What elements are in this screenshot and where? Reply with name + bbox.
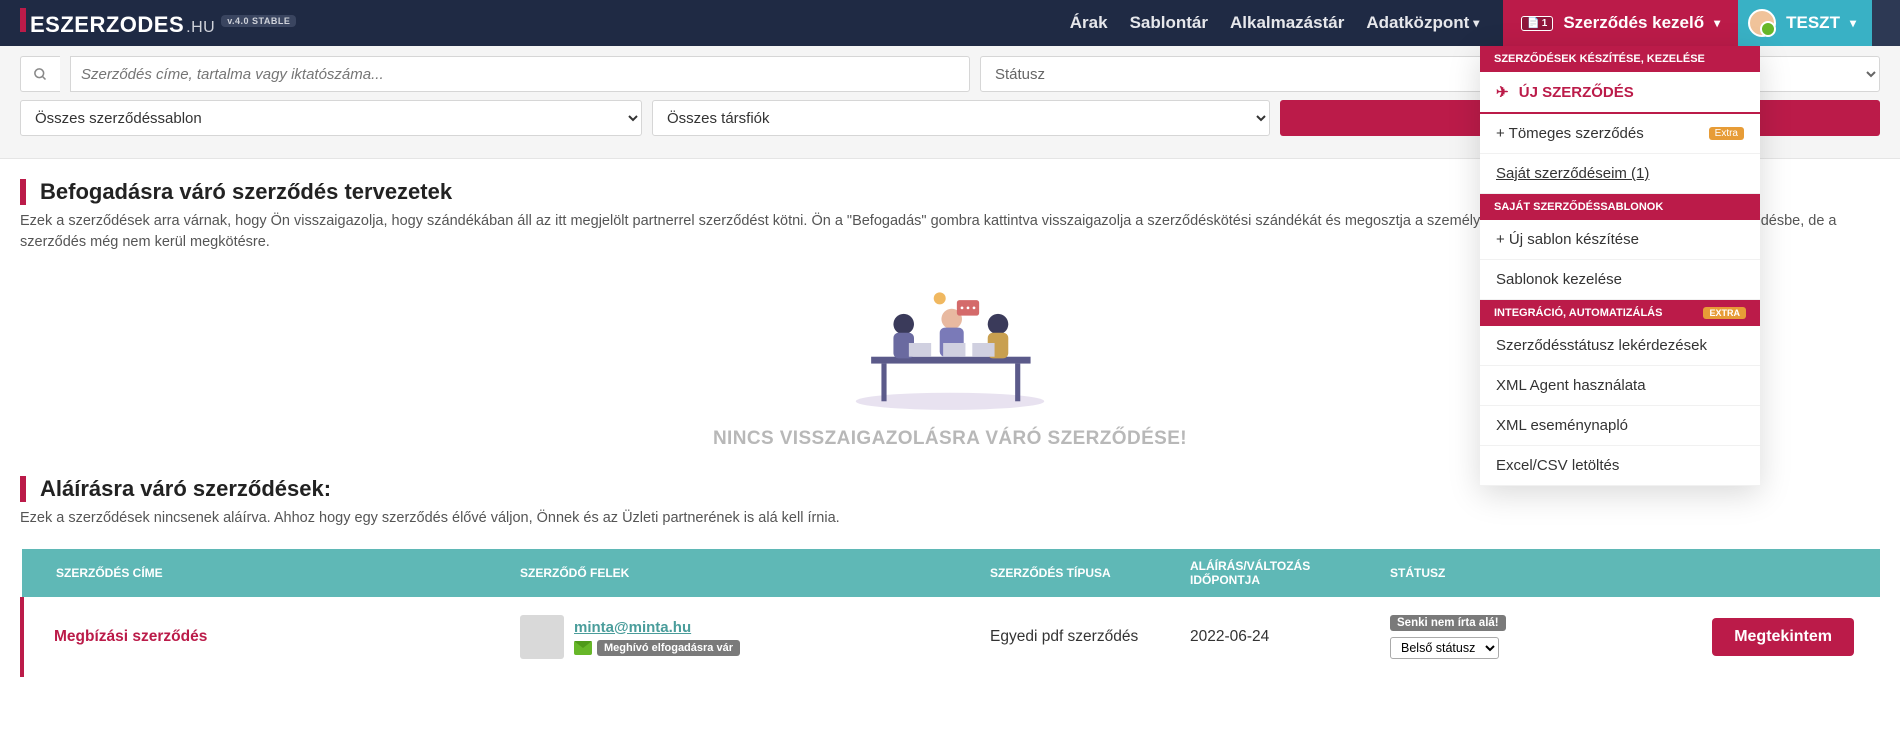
menu-own-contracts[interactable]: Saját szerződéseim (1) xyxy=(1480,154,1760,194)
menu-new-template[interactable]: + Új sablon készítése xyxy=(1480,220,1760,260)
caret-down-icon: ▾ xyxy=(1714,16,1720,30)
paper-plane-icon: ✈ xyxy=(1496,84,1509,101)
contracts-table: SZERZŐDÉS CÍME SZERZŐDŐ FELEK SZERZŐDÉS … xyxy=(20,549,1880,677)
menu-status-query[interactable]: Szerződésstátusz lekérdezések xyxy=(1480,326,1760,366)
account-select[interactable]: Összes társfiók xyxy=(652,100,1270,136)
section-desc: Ezek a szerződések nincsenek aláírva. Ah… xyxy=(20,508,1880,529)
nav-arak[interactable]: Árak xyxy=(1070,13,1108,33)
menu-bulk-contract[interactable]: + Tömeges szerződés Extra xyxy=(1480,114,1760,154)
view-button[interactable]: Megtekintem xyxy=(1712,618,1854,656)
parties-cell: minta@minta.hu Meghívó elfogadásra vár xyxy=(502,597,972,677)
table-row: Megbízási szerződés minta@minta.hu Meghí… xyxy=(22,597,1880,677)
menu-manage-templates[interactable]: Sablonok kezelése xyxy=(1480,260,1760,300)
mail-icon xyxy=(574,641,592,655)
menu-section-create: SZERZŐDÉSEK KÉSZÍTÉSE, KEZELÉSE xyxy=(1480,46,1760,72)
nav-adatkozpont[interactable]: Adatközpont ▾ xyxy=(1366,13,1479,33)
caret-down-icon: ▾ xyxy=(1850,16,1856,30)
status-cell: Senki nem írta alá! Belső státusz xyxy=(1372,597,1632,677)
col-title: SZERZŐDÉS CÍME xyxy=(22,549,502,597)
avatar-icon xyxy=(520,615,564,659)
menu-section-integration: INTEGRÁCIÓ, AUTOMATIZÁLÁS EXTRA xyxy=(1480,300,1760,326)
contract-manager-label: Szerződés kezelő xyxy=(1563,13,1704,33)
menu-excel-download[interactable]: Excel/CSV letöltés xyxy=(1480,446,1760,486)
nav-contract-manager[interactable]: 📄 1 Szerződés kezelő ▾ xyxy=(1503,0,1738,46)
search-icon xyxy=(20,56,60,92)
contract-title-link[interactable]: Megbízási szerződés xyxy=(22,597,502,677)
extra-badge: Extra xyxy=(1709,127,1744,140)
contract-count-badge: 📄 1 xyxy=(1521,16,1553,31)
logo-version-badge: v.4.0 STABLE xyxy=(221,15,296,27)
nav-alkalmazastar[interactable]: Alkalmazástár xyxy=(1230,13,1344,33)
contract-manager-dropdown: SZERZŐDÉSEK KÉSZÍTÉSE, KEZELÉSE ✈ ÚJ SZE… xyxy=(1480,46,1760,486)
menu-xml-agent[interactable]: XML Agent használata xyxy=(1480,366,1760,406)
nav-extra-panel xyxy=(1872,0,1900,46)
extra-badge: EXTRA xyxy=(1703,307,1746,319)
col-actions xyxy=(1632,549,1880,597)
invite-status-badge: Meghívó elfogadásra vár xyxy=(597,640,740,656)
logo[interactable]: ESZERZODES .HU v.4.0 STABLE xyxy=(20,8,296,38)
user-label: TESZT xyxy=(1786,13,1840,33)
template-select[interactable]: Összes szerződéssablon xyxy=(20,100,642,136)
logo-text-main: ESZERZODES xyxy=(30,12,184,38)
logo-accent-bar xyxy=(20,8,26,32)
nav-user[interactable]: TESZT ▾ xyxy=(1738,0,1872,46)
nav-sablontar[interactable]: Sablontár xyxy=(1130,13,1208,33)
party-email-link[interactable]: minta@minta.hu xyxy=(574,619,740,636)
internal-status-select[interactable]: Belső státusz xyxy=(1390,637,1499,659)
col-status: STÁTUSZ xyxy=(1372,549,1632,597)
col-date: ALÁÍRÁS/VÁLTOZÁS IDŐPONTJA xyxy=(1172,549,1372,597)
status-badge: Senki nem írta alá! xyxy=(1390,615,1506,631)
caret-down-icon: ▾ xyxy=(1473,16,1479,30)
col-type: SZERZŐDÉS TÍPUSA xyxy=(972,549,1172,597)
contract-date: 2022-06-24 xyxy=(1172,597,1372,677)
nav-links: Árak Sablontár Alkalmazástár Adatközpont… xyxy=(1070,13,1480,33)
logo-text-hu: .HU xyxy=(186,19,215,37)
menu-xml-log[interactable]: XML eseménynapló xyxy=(1480,406,1760,446)
topbar: ESZERZODES .HU v.4.0 STABLE Árak Sablont… xyxy=(0,0,1900,46)
contract-type: Egyedi pdf szerződés xyxy=(972,597,1172,677)
menu-section-templates: SAJÁT SZERZŐDÉSSABLONOK xyxy=(1480,194,1760,220)
col-parties: SZERZŐDŐ FELEK xyxy=(502,549,972,597)
table-header-row: SZERZŐDÉS CÍME SZERZŐDŐ FELEK SZERZŐDÉS … xyxy=(22,549,1880,597)
search-input[interactable] xyxy=(70,56,970,92)
menu-new-contract[interactable]: ✈ ÚJ SZERZŐDÉS xyxy=(1480,72,1760,114)
avatar-icon xyxy=(1748,9,1776,37)
